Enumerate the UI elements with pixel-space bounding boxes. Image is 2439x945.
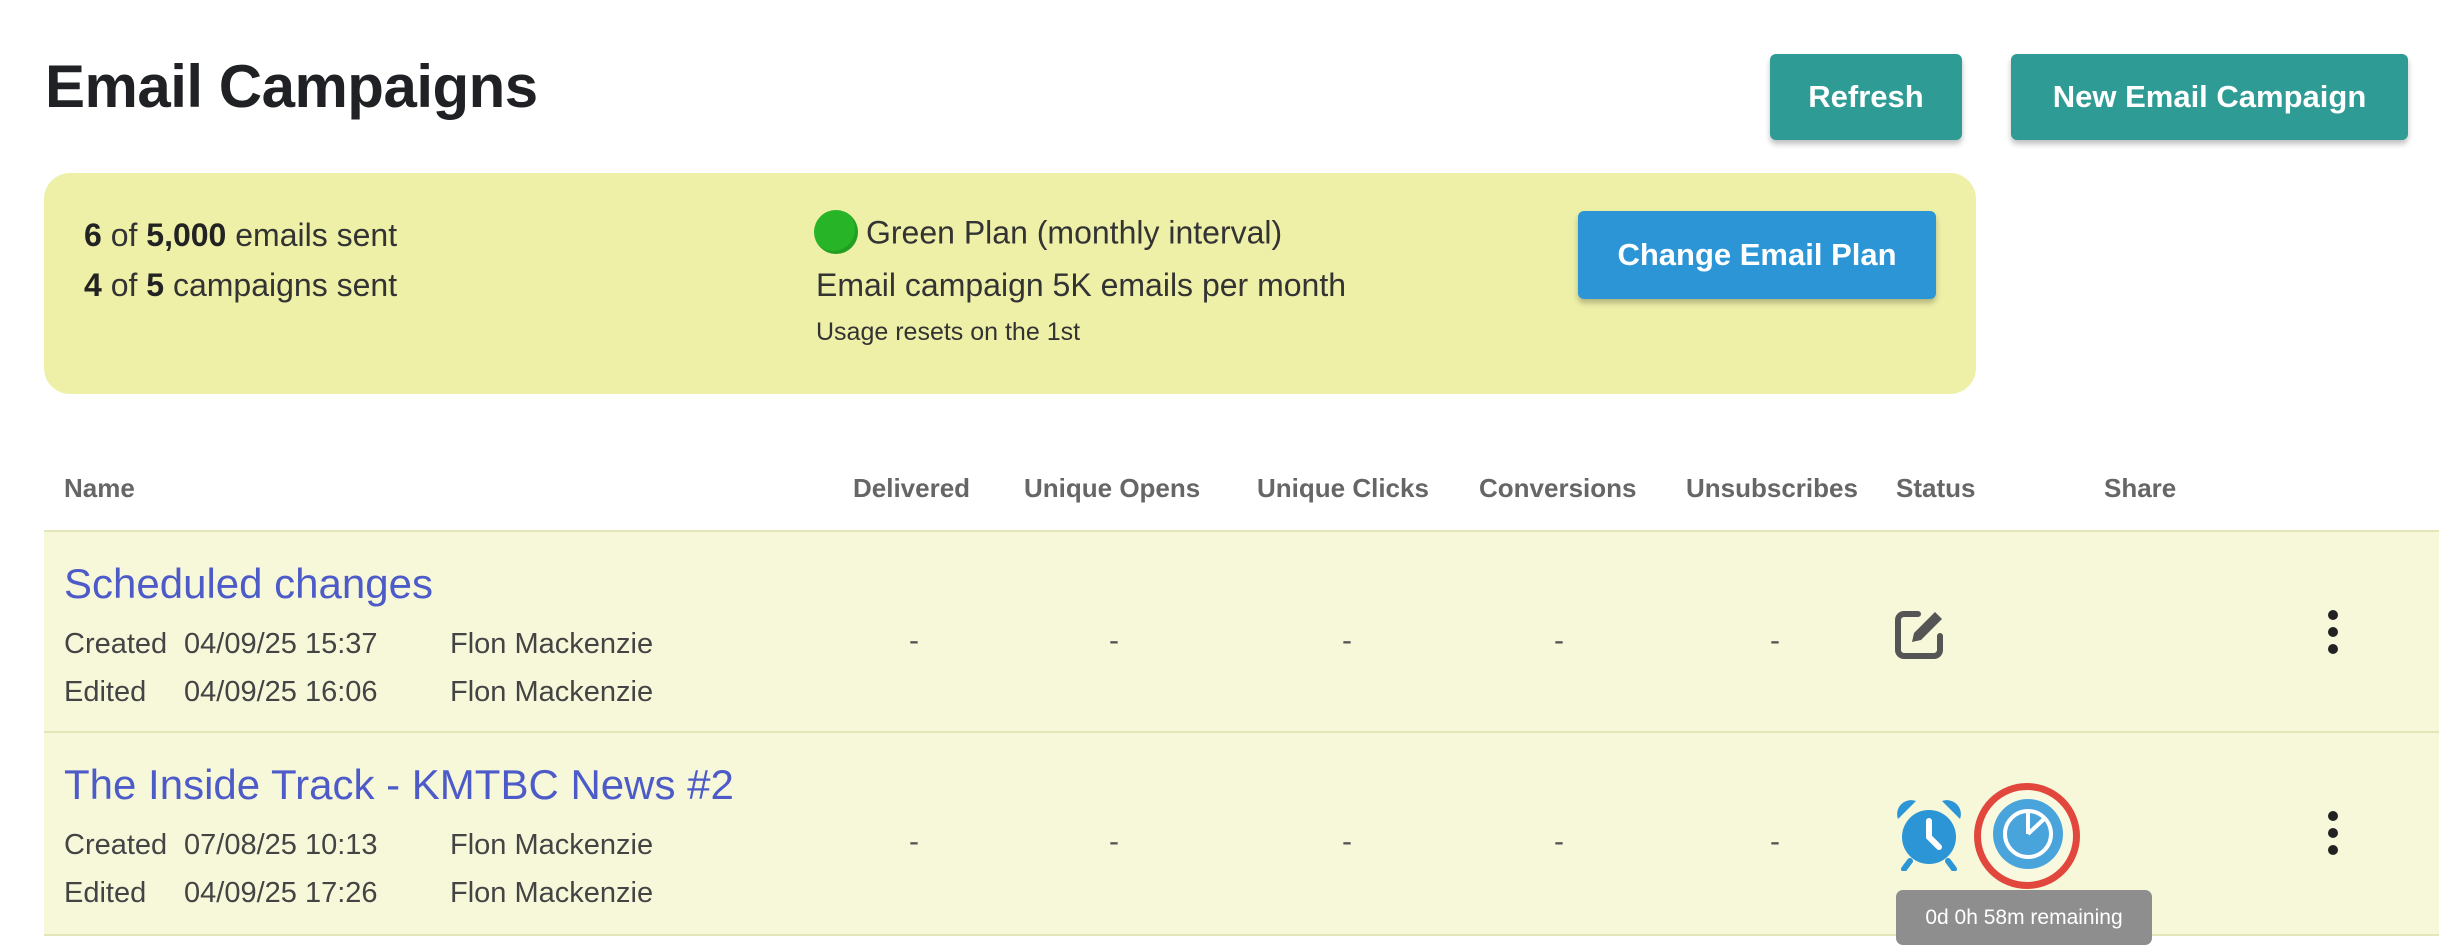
- plan-name-line: Green Plan (monthly interval): [814, 210, 1283, 257]
- created-date: 07/08/25 10:13: [184, 829, 378, 861]
- campaigns-sent-count: 4: [84, 267, 102, 303]
- row-actions-menu-icon[interactable]: [2323, 610, 2343, 660]
- highlight-ring: [1974, 783, 2080, 889]
- campaigns-sent-summary: 4 of 5 campaigns sent: [84, 267, 397, 304]
- column-header-share[interactable]: Share: [2104, 473, 2176, 504]
- page-title: Email Campaigns: [45, 53, 538, 120]
- alarm-clock-icon[interactable]: [1894, 797, 1964, 871]
- campaigns-sent-label: campaigns sent: [172, 267, 398, 303]
- column-header-unsubscribes[interactable]: Unsubscribes: [1686, 473, 1858, 504]
- conversions-value: -: [1554, 624, 1564, 657]
- column-header-delivered[interactable]: Delivered: [853, 473, 970, 504]
- plan-description: Email campaign 5K emails per month: [816, 267, 1347, 303]
- time-remaining-tooltip: 0d 0h 58m remaining: [1896, 890, 2152, 945]
- created-label: Created: [64, 628, 168, 660]
- campaigns-of-text: of: [110, 267, 138, 303]
- delivered-value: -: [909, 624, 919, 657]
- created-date: 04/09/25 15:37: [184, 628, 378, 660]
- edited-label: Edited: [64, 877, 147, 909]
- emails-sent-summary: 6 of 5,000 emails sent: [84, 217, 397, 254]
- plan-name: Green Plan (monthly interval): [866, 214, 1283, 251]
- column-header-status[interactable]: Status: [1896, 473, 1975, 504]
- emails-of-text: of: [110, 217, 138, 253]
- green-plan-dot-icon: [814, 210, 858, 254]
- emails-total-count: 5,000: [146, 217, 227, 253]
- column-header-unique-opens[interactable]: Unique Opens: [1024, 473, 1200, 504]
- conversions-value: -: [1554, 825, 1564, 858]
- emails-sent-label: emails sent: [235, 217, 398, 253]
- edited-by: Flon Mackenzie: [450, 676, 654, 708]
- created-by: Flon Mackenzie: [450, 829, 654, 861]
- new-email-campaign-button[interactable]: New Email Campaign: [2011, 54, 2408, 140]
- campaign-name-link[interactable]: Scheduled changes: [64, 560, 433, 608]
- table-row: Scheduled changes Created 04/09/25 15:37…: [44, 530, 2439, 733]
- row-actions-menu-icon[interactable]: [2323, 811, 2343, 861]
- created-label: Created: [64, 829, 168, 861]
- refresh-button[interactable]: Refresh: [1770, 54, 1962, 140]
- column-header-unique-clicks[interactable]: Unique Clicks: [1257, 473, 1429, 504]
- unique-opens-value: -: [1109, 825, 1119, 858]
- unique-clicks-value: -: [1342, 825, 1352, 858]
- column-header-conversions[interactable]: Conversions: [1479, 473, 1637, 504]
- usage-reset-note: Usage resets on the 1st: [816, 318, 1081, 346]
- campaigns-total-count: 5: [146, 267, 165, 303]
- change-email-plan-button[interactable]: Change Email Plan: [1578, 211, 1936, 299]
- unique-clicks-value: -: [1342, 624, 1352, 657]
- edited-date: 04/09/25 17:26: [184, 877, 378, 909]
- unique-opens-value: -: [1109, 624, 1119, 657]
- unsubscribes-value: -: [1770, 624, 1780, 657]
- column-header-name[interactable]: Name: [64, 473, 135, 504]
- edited-label: Edited: [64, 676, 147, 708]
- edit-icon[interactable]: [1892, 606, 1948, 662]
- emails-sent-count: 6: [84, 217, 102, 253]
- created-by: Flon Mackenzie: [450, 628, 654, 660]
- edited-date: 04/09/25 16:06: [184, 676, 378, 708]
- edited-by: Flon Mackenzie: [450, 877, 654, 909]
- campaign-name-link[interactable]: The Inside Track - KMTBC News #2: [64, 761, 734, 809]
- delivered-value: -: [909, 825, 919, 858]
- unsubscribes-value: -: [1770, 825, 1780, 858]
